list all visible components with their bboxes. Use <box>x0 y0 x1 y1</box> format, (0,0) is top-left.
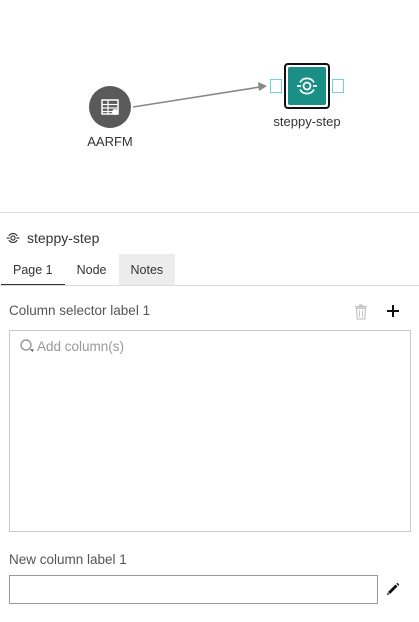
tab-bar: Page 1 Node Notes <box>1 254 176 286</box>
recipe-step-icon <box>297 77 317 95</box>
tab-page-1[interactable]: Page 1 <box>1 254 65 286</box>
tab-notes[interactable]: Notes <box>118 254 176 286</box>
add-column-icon <box>20 339 34 352</box>
dataset-node-label: AARFM <box>87 134 133 149</box>
panel-header: steppy-step <box>6 229 99 247</box>
new-column-label: New column label 1 <box>9 552 127 567</box>
panel-title: steppy-step <box>27 230 100 246</box>
pencil-icon[interactable] <box>386 582 400 596</box>
output-port[interactable] <box>332 79 344 93</box>
flow-canvas[interactable]: AARFM steppy-step <box>0 0 419 212</box>
canvas-divider <box>0 212 419 213</box>
recipe-step-icon <box>6 232 20 244</box>
tabs-divider <box>0 285 419 286</box>
recipe-node-label: steppy-step <box>273 114 341 129</box>
recipe-node-steppy-step[interactable] <box>284 63 330 109</box>
column-selector-label: Column selector label 1 <box>9 303 151 318</box>
column-selector-box[interactable]: Add column(s) <box>9 330 411 532</box>
dataset-node-aarfm[interactable] <box>89 86 131 128</box>
connection-edge <box>132 82 267 108</box>
trash-icon[interactable] <box>354 304 368 320</box>
dataset-table-icon <box>101 99 119 115</box>
add-columns-text: Add column(s) <box>37 338 125 354</box>
add-columns-placeholder[interactable]: Add column(s) <box>19 338 124 354</box>
add-icon[interactable] <box>385 303 401 319</box>
new-column-input[interactable] <box>9 575 378 604</box>
input-port[interactable] <box>270 79 282 93</box>
tab-node[interactable]: Node <box>65 254 119 286</box>
